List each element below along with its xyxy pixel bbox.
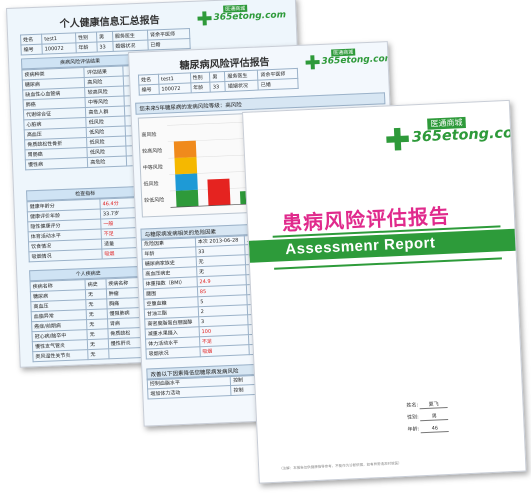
history-table: 疾病名称 病史 疾病名称 糖尿病无肿瘤 高血压无胸痛 血脂异常无慢阻肺病 癌症/前期病无肾病… bbox=[30, 277, 151, 362]
y-level-label: 中等风险 bbox=[143, 163, 163, 171]
info-value: 夏飞 bbox=[419, 399, 448, 410]
patient-info: 姓名: 夏飞 性别: 男年龄: 46 bbox=[406, 399, 450, 438]
y-level-label: 较高风险 bbox=[142, 147, 162, 155]
table-cell: 年龄 bbox=[75, 42, 98, 53]
table-cell: 编号 bbox=[138, 84, 160, 96]
medical-cross-icon bbox=[305, 55, 320, 70]
check-table: 健康年龄分 46.4分 健康评价年龄 33.7岁 隐性健康评分 一般 体育活动水平 不足 饮食情… bbox=[26, 197, 147, 262]
table-cell: 编号 bbox=[20, 44, 43, 55]
page1-title: 个人健康信息汇总报告 bbox=[59, 15, 160, 30]
report-footnote: （注解：本报告仅供健康指导参考，不能作为诊断依据，如有异常请及时就医） bbox=[279, 461, 402, 471]
info-row: 性别: 男 bbox=[406, 411, 449, 422]
info-row: 姓名: 夏飞 bbox=[406, 399, 448, 410]
advice-table: 控制血脂水平 控制 增加体力活动 控制 bbox=[147, 373, 268, 399]
table-cell: 慢性病 bbox=[25, 157, 89, 170]
page1-logo: 365etong.com 医通商城 bbox=[197, 4, 286, 26]
table-cell: 100072 bbox=[158, 82, 191, 95]
bar-segment bbox=[175, 173, 198, 191]
factors-table: 危险因素本次 2013-06-28上次年龄33糖尿病家族史无高血压病史无体重指数… bbox=[141, 234, 266, 360]
logo-tag: 医通商城 bbox=[331, 48, 356, 57]
info-value: 46 bbox=[420, 424, 450, 434]
logo-tag: 医通商城 bbox=[223, 4, 248, 13]
info-label: 性别: bbox=[406, 414, 421, 421]
table-cell: 高危险 bbox=[87, 155, 128, 168]
table-cell: 100072 bbox=[41, 42, 77, 55]
info-value: 男 bbox=[420, 411, 449, 422]
table-cell: 增加体力活动 bbox=[147, 385, 232, 399]
medical-cross-icon bbox=[197, 11, 212, 26]
eval-table: 疾病种类 评估结果 糖尿病 高风险 缺血性心血管病 较高风险 肺癌 中等风险 代谢综合征 高危人群… bbox=[21, 65, 143, 170]
table-cell: 吸烟状况 bbox=[145, 346, 201, 359]
table-cell: 男 bbox=[96, 31, 113, 43]
table-cell: 年龄 bbox=[190, 82, 211, 93]
table-cell bbox=[108, 347, 144, 359]
table-cell: 33 bbox=[96, 41, 114, 53]
table-cell: 33 bbox=[210, 81, 226, 93]
info-label: 姓名: bbox=[406, 402, 420, 409]
table-cell: 已婚 bbox=[147, 38, 191, 51]
logo-tag: 医通商城 bbox=[427, 116, 466, 130]
page2-logo: 365etong.com 医通商城 bbox=[305, 48, 394, 70]
bar-segment bbox=[175, 189, 199, 208]
table-cell: 已婚 bbox=[258, 78, 299, 91]
medical-cross-icon bbox=[386, 127, 409, 150]
table-cell: 吸烟情况 bbox=[28, 249, 103, 262]
table-cell: 婚姻状况 bbox=[112, 40, 149, 52]
y-level-label: 高风险 bbox=[141, 131, 156, 139]
y-level-label: 较低风险 bbox=[144, 196, 164, 204]
info-row: 年龄: 46 bbox=[407, 424, 450, 434]
table-cell: 无 bbox=[87, 348, 109, 360]
assessment-cover-page: 365etong.com 医通商城 患病风险评估报告 Assessmenr Re… bbox=[242, 99, 527, 484]
page3-logo: 365etong.com 医通商城 bbox=[386, 116, 527, 151]
bar bbox=[207, 178, 231, 206]
y-level-label: 低风险 bbox=[143, 180, 158, 188]
table-cell: 类风湿性关节炎 bbox=[32, 349, 89, 362]
table-cell: 婚姻状况 bbox=[225, 80, 259, 92]
table-cell: 男 bbox=[209, 71, 226, 83]
info-label: 年龄: bbox=[407, 426, 421, 433]
bar-segment bbox=[174, 157, 198, 175]
table-cell: 吸烟 bbox=[199, 344, 250, 357]
bar-segment bbox=[173, 140, 197, 158]
page2-header-table: 姓名 test1 性别男服务医生 肾余平医师 编号 100072 年龄 33 婚姻状况 已婚 bbox=[138, 68, 299, 96]
